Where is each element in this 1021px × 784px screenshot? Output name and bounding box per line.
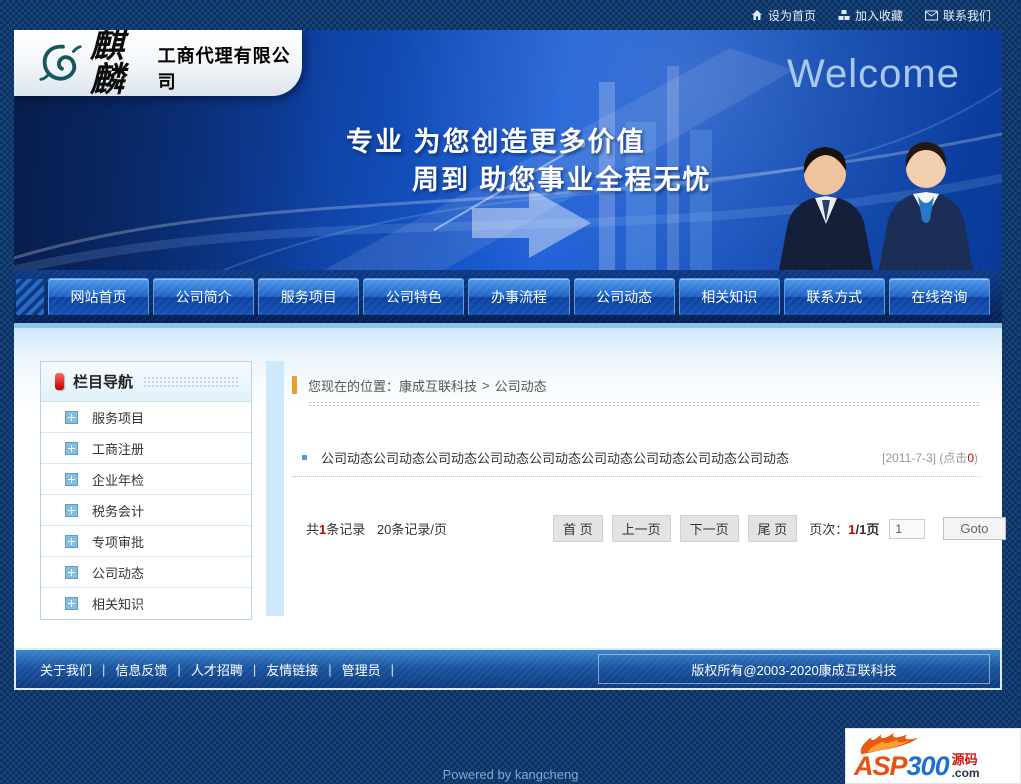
sidebar: 栏目导航 服务项目 工商注册 企业年检 税务会计 专项审批 公司动态 相关知识 [40,361,252,620]
red-marker-icon [55,373,64,390]
add-favorite-link[interactable]: 加入收藏 [838,7,903,24]
sidebar-item-annual-inspection[interactable]: 企业年检 [41,464,251,495]
news-date: [2011-7-3] [882,451,936,465]
record-summary: 共1条记录 20条记录/页 [306,522,447,537]
nav-item-contact[interactable]: 联系方式 [783,277,885,316]
set-home-link[interactable]: 设为首页 [751,7,816,24]
footer-link-recruitment[interactable]: 人才招聘 [191,660,243,679]
nav-item-company-features[interactable]: 公司特色 [363,277,465,316]
brand-name: 麒麟 [90,30,124,100]
breadcrumb-current-link[interactable]: 公司动态 [495,379,547,394]
breadcrumb: 您现在的位置： 康成互联科技 > 公司动态 [292,374,980,396]
slogan-line-2: 周到 助您事业全程无忧 [412,165,712,195]
favorites-icon [838,9,850,21]
sidebar-item-tax-accounting[interactable]: 税务会计 [41,495,251,526]
site-logo[interactable]: 麒麟 工商代理有限公司 [14,30,302,100]
pagination-bar: 共1条记录 20条记录/页 首 页 上一页 下一页 尾 页 页次：1/1页 Go… [292,515,1006,542]
add-favorite-label: 加入收藏 [854,8,903,23]
asp300-logo-text: ASP 300 源码 .com [854,751,980,781]
home-icon [751,9,763,21]
copyright-text: 版权所有@2003-2020康成互联科技 [598,654,990,684]
business-people-photo [779,142,973,270]
mail-icon [924,10,938,21]
plus-icon [65,472,78,486]
nav-item-knowledge[interactable]: 相关知识 [678,277,780,316]
slogan-line-1: 专业 为您创造更多价值 [346,127,646,157]
sidebar-item-business-registration[interactable]: 工商注册 [41,433,251,464]
nav-item-home[interactable]: 网站首页 [48,277,150,316]
footer-link-admin[interactable]: 管理员 [342,660,381,679]
plus-icon [65,410,78,424]
sidebar-item-company-news[interactable]: 公司动态 [41,557,251,588]
sidebar-title: 栏目导航 [73,374,134,391]
plus-icon [65,534,78,548]
sidebar-dots-decoration [143,376,239,387]
footer-bar: 关于我们 | 信息反馈 | 人才招聘 | 友情链接 | 管理员 | 版权所有@2… [14,648,1002,690]
news-list-item: 公司动态公司动态公司动态公司动态公司动态公司动态公司动态公司动态公司动态 [20… [292,448,980,467]
plus-icon [65,441,78,455]
last-page-button[interactable]: 尾 页 [747,515,798,542]
sidebar-item-special-approval[interactable]: 专项审批 [41,526,251,557]
content-area: 栏目导航 服务项目 工商注册 企业年检 税务会计 专项审批 公司动态 相关知识 … [14,328,1006,648]
contact-us-link[interactable]: 联系我们 [924,7,991,24]
breadcrumb-site-link[interactable]: 康成互联科技 [399,379,477,394]
page-container: 麒麟 工商代理有限公司 Welcome 专业 为您创造更多价值 周到 助您事业全… [14,30,1006,690]
footer-link-about[interactable]: 关于我们 [40,660,92,679]
plus-icon [65,597,78,610]
news-clicks-count: 0 [967,451,974,465]
nav-item-services[interactable]: 服务项目 [258,277,360,316]
plus-icon [65,503,78,517]
header-banner: 麒麟 工商代理有限公司 Welcome 专业 为您创造更多价值 周到 助您事业全… [14,30,1002,270]
news-dotted-divider [292,476,980,477]
main-panel: 您现在的位置： 康成互联科技 > 公司动态 公司动态公司动态公司动态公司动态公司… [292,328,1006,542]
current-page-number: 1 [848,522,856,537]
top-utility-bar: 设为首页 加入收藏 联系我们 [0,0,1021,30]
footer-link-feedback[interactable]: 信息反馈 [115,660,167,679]
goto-page-input[interactable] [889,518,926,539]
qilin-logo-icon [39,44,82,81]
welcome-text: Welcome [787,52,960,96]
sidebar-item-knowledge[interactable]: 相关知识 [41,588,251,619]
set-home-label: 设为首页 [767,8,816,23]
contact-us-label: 联系我们 [942,8,991,23]
bullet-icon [302,455,307,460]
nav-item-process[interactable]: 办事流程 [468,277,570,316]
first-page-button[interactable]: 首 页 [552,515,603,542]
asp300-logo-badge[interactable]: ASP 300 源码 .com [845,728,1021,784]
breadcrumb-prefix: 您现在的位置： [308,378,400,394]
nav-item-company-news[interactable]: 公司动态 [573,277,675,316]
goto-button[interactable]: Goto [943,517,1006,540]
brand-suffix: 工商代理有限公司 [157,46,291,92]
prev-page-button[interactable]: 上一页 [611,515,671,542]
news-clicks-close: ) [974,451,978,465]
sidebar-item-services[interactable]: 服务项目 [41,402,251,433]
news-clicks-open: (点击 [939,451,968,465]
orange-marker-icon [292,376,297,394]
sidebar-header: 栏目导航 [41,362,251,402]
total-pages: /1页 [855,522,880,537]
plus-icon [65,565,78,579]
news-title-link[interactable]: 公司动态公司动态公司动态公司动态公司动态公司动态公司动态公司动态公司动态 [321,448,882,467]
breadcrumb-separator: > [482,377,490,393]
sidebar-divider-strip [266,361,284,616]
next-page-button[interactable]: 下一页 [679,515,739,542]
news-meta: [2011-7-3] (点击0) [882,449,978,466]
per-page-label: 20条记录/页 [376,522,447,537]
footer-link-friend-links[interactable]: 友情链接 [266,660,318,679]
nav-item-company-profile[interactable]: 公司简介 [153,277,255,316]
page-indicator: 页次：1/1页 [809,522,880,537]
footer-links: 关于我们 | 信息反馈 | 人才招聘 | 友情链接 | 管理员 | [40,660,395,679]
nav-item-online-consult[interactable]: 在线咨询 [888,277,990,316]
breadcrumb-dotted-divider [308,401,980,408]
nav-stripe-decoration [16,279,44,315]
main-navigation: 网站首页 公司简介 服务项目 公司特色 办事流程 公司动态 相关知识 联系方式 … [14,270,1002,323]
